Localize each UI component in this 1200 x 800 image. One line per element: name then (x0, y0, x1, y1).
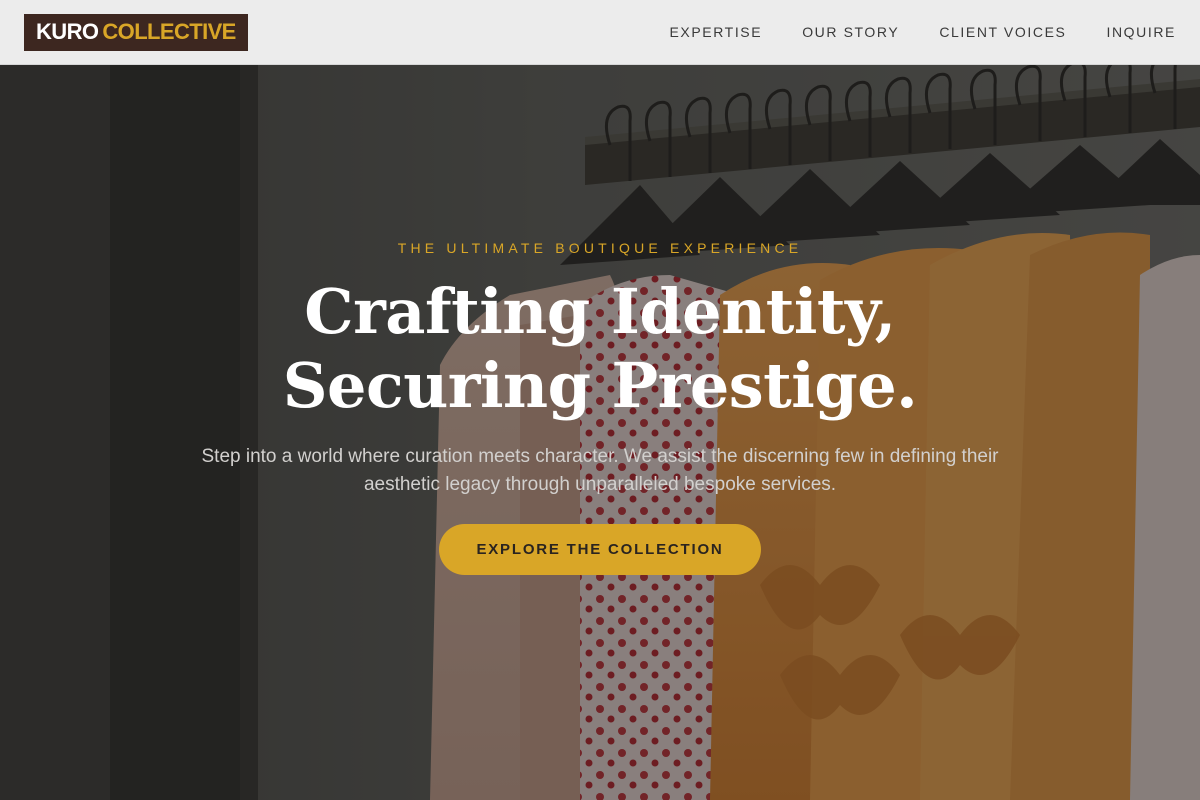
headline-line-1: Crafting Identity, (304, 275, 896, 348)
nav-link-inquire[interactable]: INQUIRE (1106, 24, 1176, 40)
nav-link-client-voices[interactable]: CLIENT VOICES (939, 24, 1066, 40)
brand-logo[interactable]: KURO COLLECTIVE (24, 13, 248, 51)
hero-section: THE ULTIMATE BOUTIQUE EXPERIENCE Craftin… (0, 65, 1200, 800)
main-nav: EXPERTISE OUR STORY CLIENT VOICES INQUIR… (669, 24, 1176, 40)
nav-link-expertise[interactable]: EXPERTISE (669, 24, 762, 40)
explore-collection-button[interactable]: EXPLORE THE COLLECTION (439, 524, 761, 575)
hero-content: THE ULTIMATE BOUTIQUE EXPERIENCE Craftin… (0, 65, 1200, 800)
logo-word-kuro: KURO (36, 19, 99, 44)
hero-headline: Crafting Identity, Securing Prestige. (0, 275, 1200, 423)
nav-link-our-story[interactable]: OUR STORY (802, 24, 899, 40)
hero-eyebrow: THE ULTIMATE BOUTIQUE EXPERIENCE (397, 240, 803, 256)
hero-description: Step into a world where curation meets c… (201, 446, 999, 495)
logo-word-collective: COLLECTIVE (102, 19, 236, 44)
site-header: KURO COLLECTIVE EXPERTISE OUR STORY CLIE… (0, 0, 1200, 65)
headline-line-2: Securing Prestige. (282, 349, 918, 422)
